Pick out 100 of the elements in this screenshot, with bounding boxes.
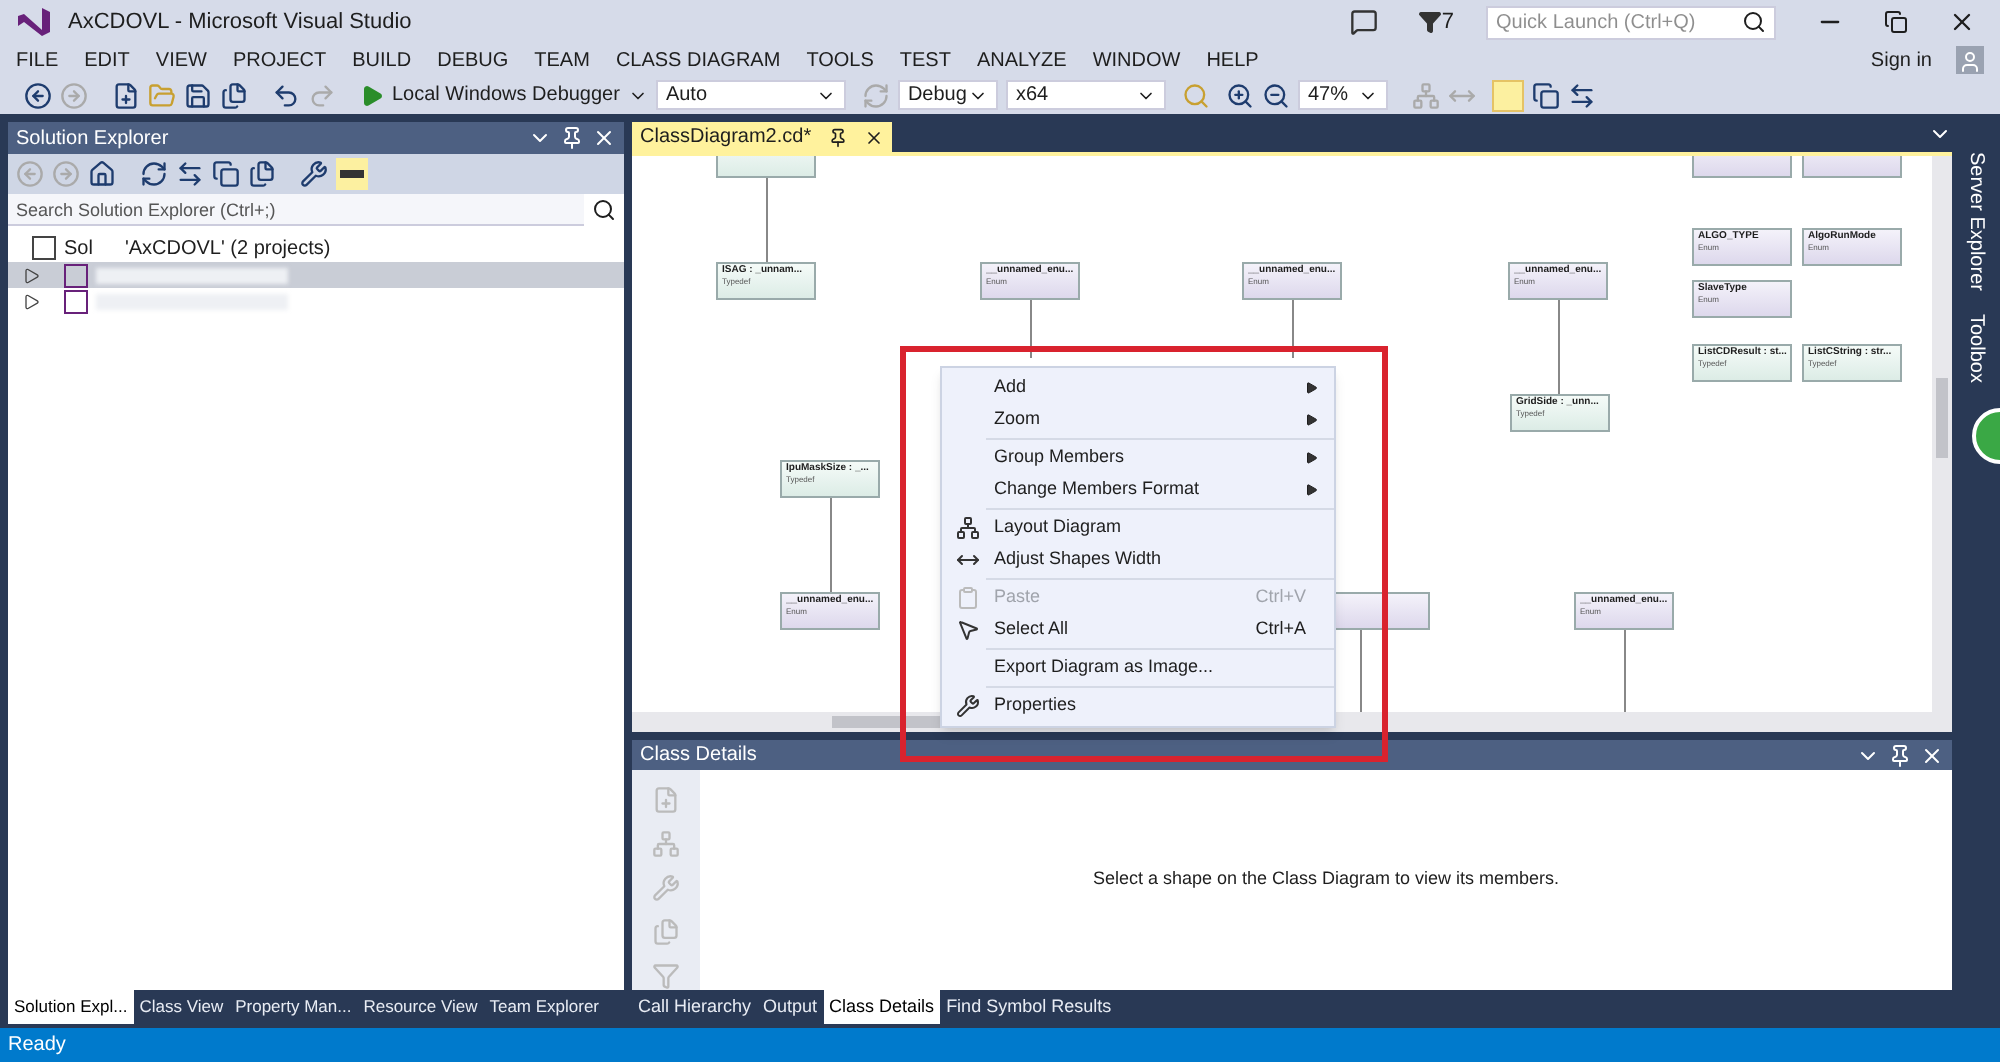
history-icon[interactable] bbox=[140, 160, 168, 188]
connector-line bbox=[1360, 628, 1362, 712]
panel-tab[interactable]: Solution Expl... bbox=[8, 990, 134, 1024]
restore-icon[interactable] bbox=[1884, 10, 1908, 34]
connector-line bbox=[1292, 298, 1294, 358]
menu-item[interactable]: Export Diagram as Image... bbox=[942, 652, 1334, 684]
overlap-icon[interactable] bbox=[1531, 81, 1560, 109]
menu-item[interactable]: ANALYZE bbox=[976, 45, 1067, 75]
close-icon[interactable] bbox=[863, 127, 884, 147]
menu-item[interactable]: TEAM bbox=[534, 45, 590, 75]
submenu-arrow-icon bbox=[1306, 414, 1318, 426]
run-button[interactable]: Local Windows Debugger bbox=[360, 80, 648, 110]
panel-tab[interactable]: Property Man... bbox=[229, 990, 358, 1024]
home-icon[interactable] bbox=[88, 160, 116, 188]
save-icon[interactable] bbox=[184, 81, 212, 109]
menu-item[interactable]: Change Members Format bbox=[942, 474, 1334, 506]
side-tab[interactable]: Toolbox bbox=[1961, 314, 1991, 384]
pin-icon[interactable] bbox=[827, 127, 848, 147]
search-field[interactable]: Search Solution Explorer (Ctrl+;) bbox=[8, 194, 584, 226]
pin-icon[interactable] bbox=[1888, 743, 1912, 767]
field-icon[interactable] bbox=[652, 918, 680, 946]
submenu-arrow-icon bbox=[1306, 382, 1318, 394]
paste-icon bbox=[956, 586, 980, 610]
properties-icon[interactable] bbox=[300, 160, 328, 188]
menu-item[interactable]: Group Members bbox=[942, 442, 1334, 474]
toolbar-dropdown[interactable]: x64 bbox=[1005, 80, 1166, 110]
layout-icon bbox=[956, 516, 980, 540]
close-icon[interactable] bbox=[592, 126, 616, 150]
connector-line bbox=[766, 176, 768, 262]
panel-tab[interactable]: Class View bbox=[133, 990, 230, 1024]
menu-item[interactable]: HELP bbox=[1206, 45, 1259, 75]
back-icon[interactable] bbox=[24, 81, 52, 109]
menu-item[interactable]: PROJECT bbox=[232, 45, 327, 75]
notification-count: 7 bbox=[1441, 7, 1454, 38]
menu-item[interactable]: Select All Ctrl+A bbox=[942, 614, 1334, 646]
collapse-icon[interactable] bbox=[212, 160, 240, 188]
menu-item[interactable]: Add bbox=[942, 372, 1334, 404]
menu-item[interactable]: Properties bbox=[942, 690, 1334, 722]
close-icon[interactable] bbox=[1948, 8, 1976, 36]
connector-line bbox=[1624, 628, 1626, 712]
window-title: AxCDOVL - Microsoft Visual Studio bbox=[68, 7, 412, 38]
toolbar-dropdown[interactable]: Debug bbox=[897, 80, 998, 110]
connector-line bbox=[1030, 298, 1032, 358]
preview-toggle-icon[interactable] bbox=[336, 158, 368, 190]
panel-tab[interactable]: Output bbox=[757, 990, 824, 1024]
zoom-out-icon[interactable] bbox=[1261, 81, 1290, 109]
menu-item[interactable]: Layout Diagram bbox=[942, 512, 1334, 544]
wrench-icon bbox=[956, 694, 980, 718]
tree-item[interactable]: Sol 'AxCDOVL' (2 projects) bbox=[64, 233, 331, 263]
new-file-icon[interactable] bbox=[112, 81, 140, 109]
sync-icon[interactable] bbox=[176, 160, 204, 188]
app-logo-icon bbox=[16, 6, 52, 38]
status-text: Ready bbox=[8, 1032, 66, 1060]
feedback-icon[interactable] bbox=[1349, 8, 1378, 36]
menu-item[interactable]: TEST bbox=[899, 45, 951, 75]
menu-item[interactable]: DEBUG bbox=[437, 45, 509, 75]
filter-icon[interactable] bbox=[1417, 10, 1442, 34]
undo-icon[interactable] bbox=[272, 81, 300, 109]
toolbar-dropdown[interactable]: Auto bbox=[655, 80, 846, 110]
panel-tab[interactable]: Class Details bbox=[823, 990, 941, 1024]
document-tab[interactable]: ClassDiagram2.cd* bbox=[632, 122, 892, 152]
panel-tab[interactable]: Team Explorer bbox=[483, 990, 606, 1024]
menu-item[interactable]: Adjust Shapes Width bbox=[942, 544, 1334, 576]
menu-item[interactable]: CLASS DIAGRAM bbox=[615, 45, 781, 75]
play-icon bbox=[360, 83, 384, 107]
submenu-arrow-icon bbox=[1306, 452, 1318, 464]
project-icon bbox=[64, 289, 88, 313]
menu-item[interactable]: EDIT bbox=[84, 45, 130, 75]
pin-icon[interactable] bbox=[560, 126, 584, 150]
toolbar-dropdown[interactable]: 47% bbox=[1297, 80, 1388, 110]
class-details-message: Select a shape on the Class Diagram to view its members. bbox=[1092, 866, 1560, 893]
zoom-in-icon[interactable] bbox=[1225, 81, 1254, 109]
scrollbar-thumb[interactable] bbox=[1936, 378, 1948, 458]
sign-in-link[interactable]: Sign in bbox=[1870, 45, 1932, 75]
pointer-icon bbox=[956, 618, 980, 642]
save-all-icon[interactable] bbox=[220, 81, 248, 109]
avatar-icon[interactable] bbox=[1956, 46, 1984, 74]
side-tab[interactable]: Server Explorer bbox=[1961, 152, 1991, 291]
search-icon bbox=[1742, 10, 1766, 34]
panel-tab[interactable]: Call Hierarchy bbox=[632, 990, 758, 1024]
project-icon bbox=[64, 263, 88, 287]
panel-tab[interactable]: Find Symbol Results bbox=[940, 990, 1118, 1024]
menu-item[interactable]: TOOLS bbox=[806, 45, 874, 75]
menu-item[interactable]: FILE bbox=[16, 45, 59, 75]
panel-tab[interactable]: Resource View bbox=[357, 990, 484, 1024]
panel-title: Class Details bbox=[640, 742, 757, 770]
quick-launch-field[interactable]: Quick Launch (Ctrl+Q) bbox=[1486, 5, 1776, 39]
connector-line bbox=[830, 496, 832, 592]
solution-icon bbox=[32, 236, 56, 260]
close-icon[interactable] bbox=[1920, 743, 1944, 767]
menu-item[interactable]: VIEW bbox=[155, 45, 207, 75]
files-icon[interactable] bbox=[248, 160, 276, 188]
menu-item[interactable]: Zoom bbox=[942, 404, 1334, 436]
menu-item[interactable]: WINDOW bbox=[1092, 45, 1181, 75]
menu-item[interactable]: BUILD bbox=[352, 45, 412, 75]
connector-line bbox=[1558, 298, 1560, 394]
panel-title: Solution Explorer bbox=[16, 125, 169, 153]
search-icon[interactable] bbox=[592, 198, 616, 222]
layout-toggle-icon[interactable] bbox=[1491, 79, 1524, 111]
submenu-arrow-icon bbox=[1306, 484, 1318, 496]
